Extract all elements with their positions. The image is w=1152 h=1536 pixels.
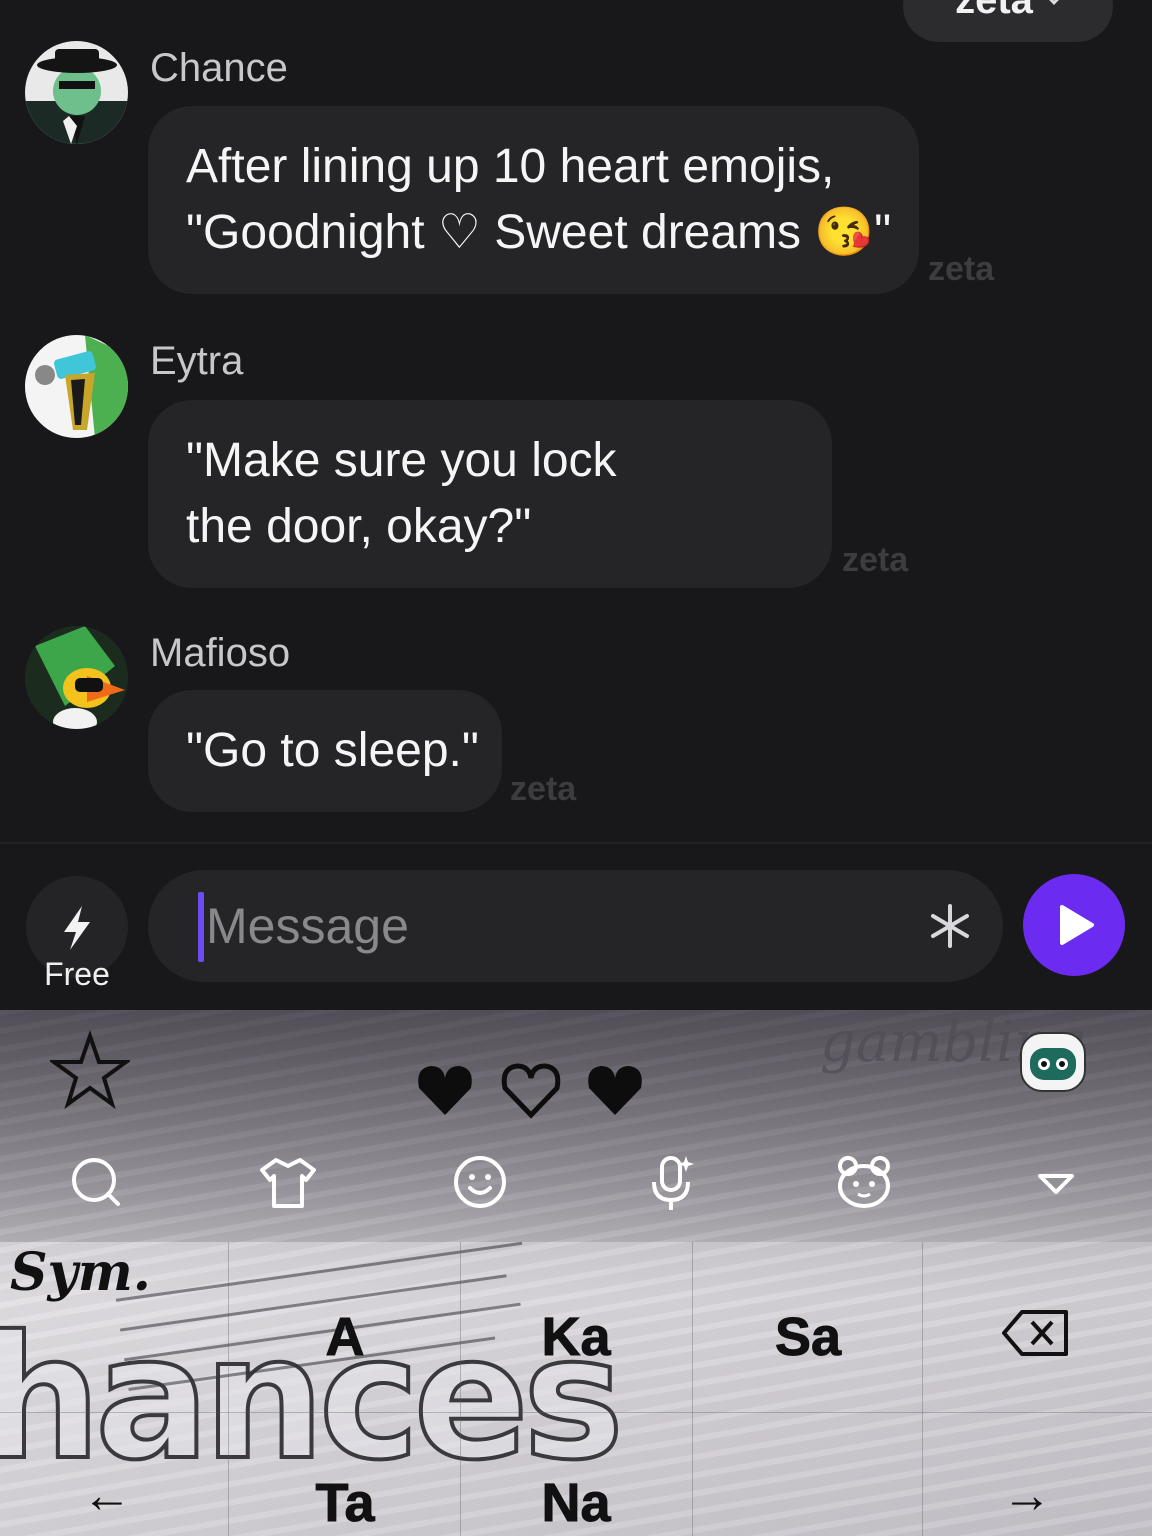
message-text-line: "Go to sleep." <box>186 724 479 777</box>
avatar[interactable] <box>25 626 128 729</box>
key-ta[interactable]: Ta <box>300 1472 390 1534</box>
search-icon[interactable] <box>66 1152 126 1212</box>
sender-name: Eytra <box>150 339 244 383</box>
free-label: Free <box>44 956 110 992</box>
backspace-icon[interactable] <box>1002 1308 1070 1358</box>
sender-name: Chance <box>150 46 288 90</box>
voice-input-icon[interactable] <box>642 1152 702 1212</box>
message-bubble[interactable]: After lining up 10 heart emojis, "Goodni… <box>148 106 919 294</box>
message-input-container[interactable] <box>148 870 1003 982</box>
chevron-down-icon <box>1044 0 1064 5</box>
keyboard: gambling hances Sym. A Ka Sa ← Ta Na → <box>0 1010 1152 1536</box>
cursor-left-key[interactable]: ← <box>82 1466 132 1524</box>
model-selector[interactable]: zeta <box>903 0 1113 42</box>
model-selector-label: zeta <box>955 0 1033 22</box>
key-ka[interactable]: Ka <box>530 1306 622 1368</box>
message-text-line: "Make sure you lock <box>186 434 617 487</box>
text-caret <box>198 892 204 962</box>
cursor-right-key[interactable]: → <box>1002 1466 1052 1524</box>
asterisk-icon[interactable] <box>928 898 972 954</box>
keyboard-mascot-icon[interactable] <box>1020 1032 1086 1092</box>
message-text-line: the door, okay?" <box>186 500 532 553</box>
message-bubble[interactable]: "Go to sleep." <box>148 690 502 812</box>
message-input[interactable] <box>206 890 906 962</box>
theme-shirt-icon[interactable] <box>258 1152 318 1212</box>
play-send-icon <box>1060 905 1094 945</box>
watermark: zeta <box>510 770 577 808</box>
sender-name: Mafioso <box>150 631 291 675</box>
star-decoration-icon <box>50 1030 130 1110</box>
chat-area: zeta Chance After lining up 10 heart emo… <box>0 0 1152 842</box>
key-sa[interactable]: Sa <box>762 1306 854 1368</box>
hearts-decoration-icon <box>418 1063 642 1119</box>
key-a[interactable]: A <box>300 1306 390 1368</box>
composer-bar: Free <box>0 844 1152 1010</box>
message-text-line: After lining up 10 heart emojis, <box>186 140 835 193</box>
avatar[interactable] <box>25 41 128 144</box>
sticker-bear-icon[interactable] <box>834 1152 894 1212</box>
collapse-keyboard-icon[interactable] <box>1026 1152 1086 1212</box>
message-text-line: "Goodnight ♡ Sweet dreams 😘" <box>186 206 892 259</box>
symbols-key[interactable]: Sym. <box>10 1242 151 1303</box>
watermark: zeta <box>842 541 909 579</box>
avatar[interactable] <box>25 335 128 438</box>
watermark: zeta <box>928 250 995 288</box>
send-button[interactable] <box>1023 874 1125 976</box>
key-na[interactable]: Na <box>530 1472 622 1534</box>
message-bubble[interactable]: "Make sure you lock the door, okay?" <box>148 400 832 588</box>
emoji-icon[interactable] <box>450 1152 510 1212</box>
